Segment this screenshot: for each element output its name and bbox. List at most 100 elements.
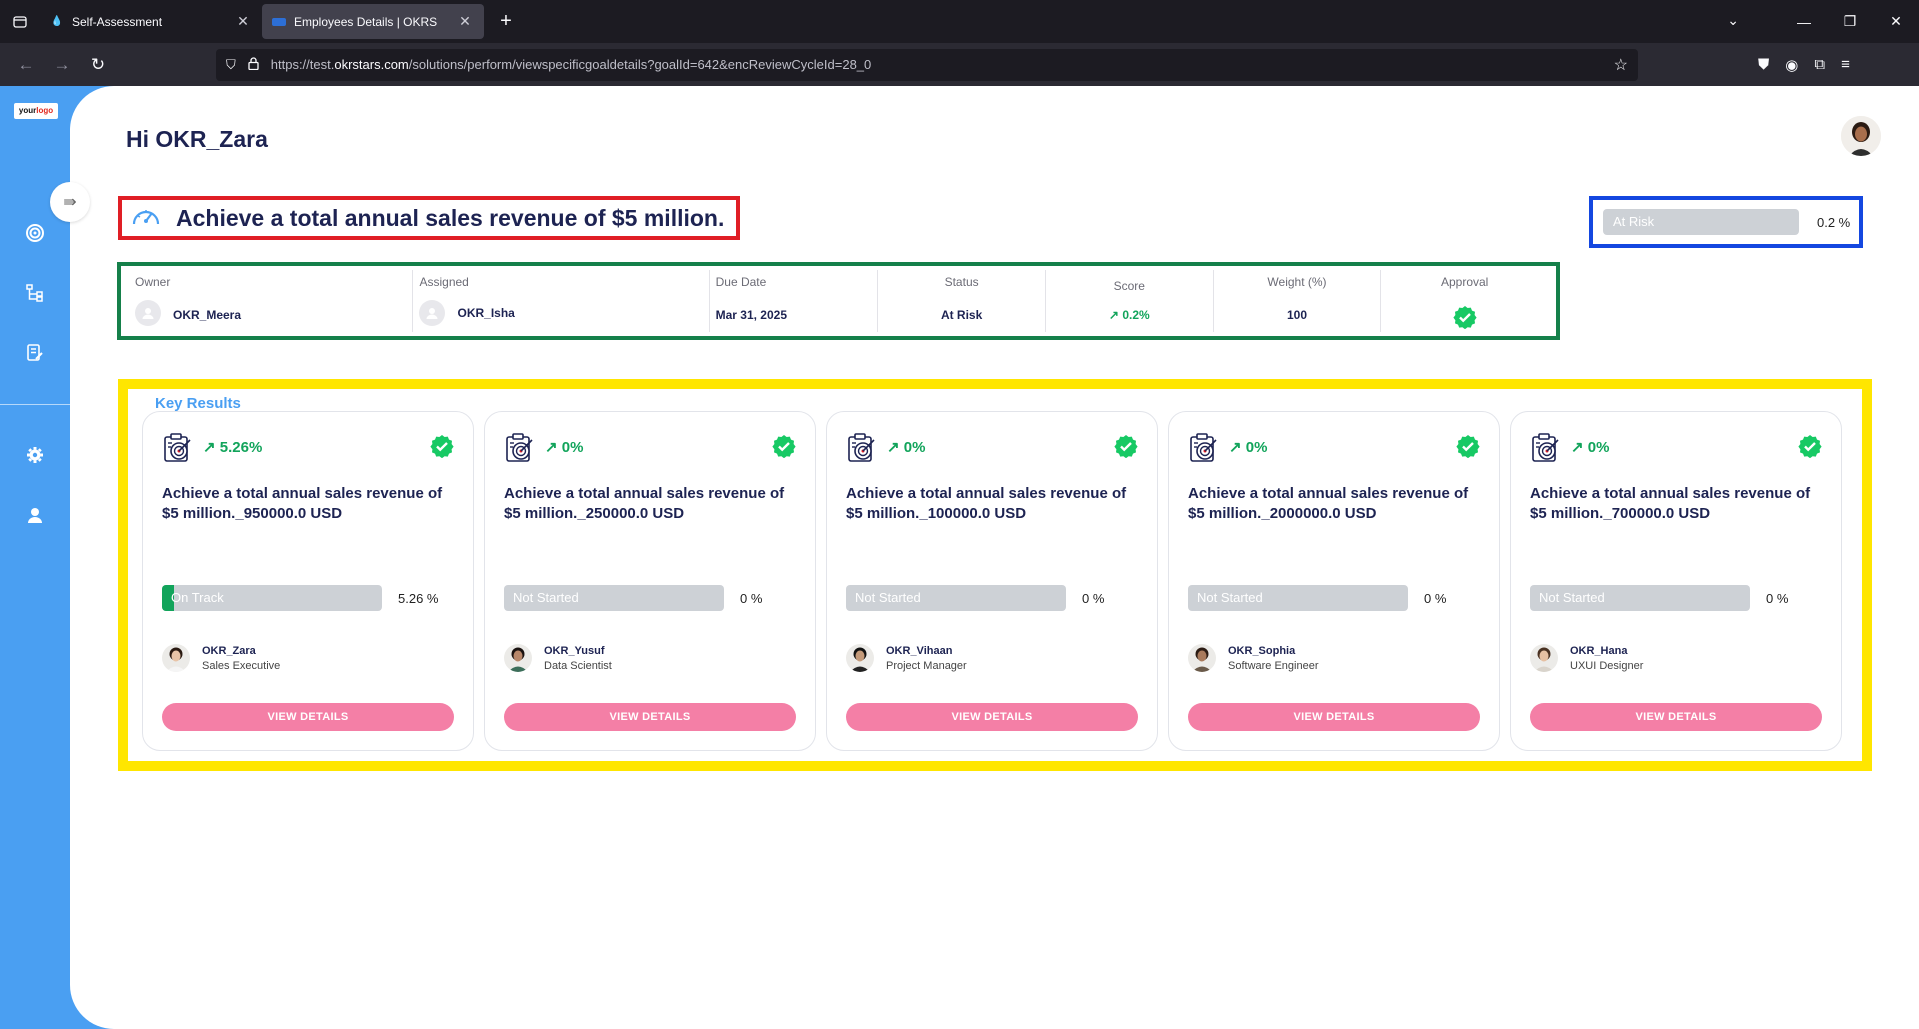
goal-title: Achieve a total annual sales revenue of … xyxy=(176,204,725,231)
lock-icon[interactable] xyxy=(248,56,259,73)
assignee-avatar xyxy=(846,644,874,672)
view-details-button[interactable]: VIEW DETAILS xyxy=(162,703,454,731)
key-result-title: Achieve a total annual sales revenue of … xyxy=(162,485,443,522)
approved-check-icon xyxy=(1798,435,1822,458)
restore-icon[interactable]: ❐ xyxy=(1827,13,1873,30)
tab-overview-icon[interactable] xyxy=(0,0,40,43)
collapse-sidebar-button[interactable]: ⇛ xyxy=(50,182,90,222)
edit-document-icon[interactable] xyxy=(24,342,46,364)
url-bar[interactable]: ⛉ https://test.okrstars.com/solutions/pe… xyxy=(216,48,1638,81)
tab-title: Employees Details | OKRS xyxy=(294,14,438,29)
extensions-icon[interactable]: ⧉ xyxy=(1814,56,1825,74)
new-tab-button[interactable]: + xyxy=(490,6,522,38)
view-details-button[interactable]: VIEW DETAILS xyxy=(1530,703,1822,731)
key-results-list: ↗ 5.26% Achieve a total annual sales rev… xyxy=(142,411,1842,751)
greeting-heading: Hi OKR_Zara xyxy=(126,126,268,152)
approved-check-icon xyxy=(772,435,796,458)
main-content: Hi OKR_Zara Achieve a total annual sales… xyxy=(70,86,1919,1029)
assigned-value: OKR_Isha xyxy=(457,306,515,320)
due-date-label: Due Date xyxy=(715,275,767,289)
back-icon[interactable]: ← xyxy=(8,49,44,81)
trend-up-icon: ↗ xyxy=(203,439,220,456)
user-avatar[interactable] xyxy=(1841,116,1881,156)
hierarchy-icon[interactable] xyxy=(24,282,46,304)
close-window-icon[interactable]: ✕ xyxy=(1873,13,1919,30)
key-result-title: Achieve a total annual sales revenue of … xyxy=(1188,485,1469,522)
key-result-score: ↗ 0% xyxy=(545,439,584,456)
speedometer-icon xyxy=(132,210,160,225)
progress-percent: 0 % xyxy=(1766,591,1789,606)
assigned-avatar-icon xyxy=(419,300,446,326)
key-result-card: ↗ 0% Achieve a total annual sales revenu… xyxy=(1510,411,1842,751)
status-value: At Risk xyxy=(940,308,983,322)
trend-up-icon: ↗ xyxy=(887,439,904,456)
account-icon[interactable]: ◉ xyxy=(1785,56,1798,74)
owner-column: Owner OKR_Meera xyxy=(135,270,414,332)
assignee-name: OKR_Vihaan xyxy=(886,645,953,657)
approval-column: Approval xyxy=(1381,270,1548,332)
minimize-icon[interactable]: — xyxy=(1781,14,1827,30)
view-details-button[interactable]: VIEW DETAILS xyxy=(846,703,1138,731)
close-tab-icon[interactable]: ✕ xyxy=(456,13,474,30)
assignee-avatar xyxy=(1188,644,1216,672)
weight-label: Weight (%) xyxy=(1267,275,1327,289)
settings-icon[interactable] xyxy=(24,444,46,466)
target-clipboard-icon xyxy=(848,433,875,462)
progress-status-label: Not Started xyxy=(855,590,921,605)
tab-favicon-icon xyxy=(272,15,286,29)
owner-value: OKR_Meera xyxy=(173,308,242,322)
key-results-section: Key Results ↗ 5.26% Achieve a total annu… xyxy=(118,379,1872,771)
approved-check-icon xyxy=(1456,435,1480,458)
assigned-label: Assigned xyxy=(419,275,469,289)
key-result-progress-bar: Not Started xyxy=(846,585,1066,611)
owner-avatar-icon xyxy=(135,300,161,326)
browser-navbar: ← → ↻ ⛉ https://test.okrstars.com/soluti… xyxy=(0,43,1919,86)
assignee-avatar xyxy=(504,644,532,672)
menu-icon[interactable]: ≡ xyxy=(1841,56,1850,74)
view-details-button[interactable]: VIEW DETAILS xyxy=(504,703,796,731)
key-result-title: Achieve a total annual sales revenue of … xyxy=(846,485,1127,522)
progress-percent: 0 % xyxy=(740,591,763,606)
weight-value: 100 xyxy=(1286,308,1307,322)
browser-tab-self-assessment[interactable]: 💧 Self-Assessment ✕ xyxy=(40,4,262,39)
trend-up-icon: ↗ xyxy=(545,439,562,456)
forward-icon[interactable]: → xyxy=(44,49,80,81)
goal-meta-box: Owner OKR_Meera Assigned OKR_Isha Due Da… xyxy=(117,262,1560,340)
score-column: Score ↗ 0.2% xyxy=(1046,270,1214,332)
trend-up-icon: ↗ xyxy=(1229,439,1246,456)
key-result-progress-bar: Not Started xyxy=(504,585,724,611)
score-value: ↗ 0.2% xyxy=(1108,308,1150,322)
assigned-column: Assigned OKR_Isha xyxy=(413,270,710,332)
key-result-score: ↗ 0% xyxy=(887,439,926,456)
user-icon[interactable] xyxy=(24,504,46,526)
bookmark-star-icon[interactable]: ☆ xyxy=(1614,55,1628,75)
assignee-name: OKR_Sophia xyxy=(1228,645,1296,657)
key-result-progress-bar: Not Started xyxy=(1530,585,1750,611)
key-result-progress-bar: Not Started xyxy=(1188,585,1408,611)
assignee-role: Data Scientist xyxy=(544,660,612,672)
target-clipboard-icon xyxy=(1532,433,1559,462)
view-details-button[interactable]: VIEW DETAILS xyxy=(1188,703,1480,731)
progress-status-label: Not Started xyxy=(1539,590,1605,605)
assignee-role: Software Engineer xyxy=(1228,660,1319,672)
close-tab-icon[interactable]: ✕ xyxy=(234,13,252,30)
key-result-card: ↗ 0% Achieve a total annual sales revenu… xyxy=(826,411,1158,751)
assignee-role: Project Manager xyxy=(886,660,967,672)
assignee-name: OKR_Hana xyxy=(1570,645,1628,657)
url-text[interactable]: https://test.okrstars.com/solutions/perf… xyxy=(271,57,1614,72)
approved-check-icon xyxy=(430,435,454,458)
browser-tab-employees-details[interactable]: Employees Details | OKRS ✕ xyxy=(262,4,484,39)
goal-status-box: At Risk 0.2 % xyxy=(1589,196,1863,248)
approved-check-icon xyxy=(1114,435,1138,458)
target-icon[interactable] xyxy=(24,222,46,244)
list-all-tabs-icon[interactable]: ⌄ xyxy=(1727,12,1739,29)
reload-icon[interactable]: ↻ xyxy=(80,49,116,81)
assignee-avatar xyxy=(162,644,190,672)
trend-up-icon: ↗ xyxy=(1571,439,1588,456)
target-clipboard-icon xyxy=(1190,433,1217,462)
target-clipboard-icon xyxy=(164,433,191,462)
pocket-icon[interactable]: ⛊ xyxy=(1758,56,1769,74)
tab-favicon-icon: 💧 xyxy=(50,16,64,27)
progress-percent: 5.26 % xyxy=(398,591,439,606)
shield-icon[interactable]: ⛉ xyxy=(226,57,236,73)
